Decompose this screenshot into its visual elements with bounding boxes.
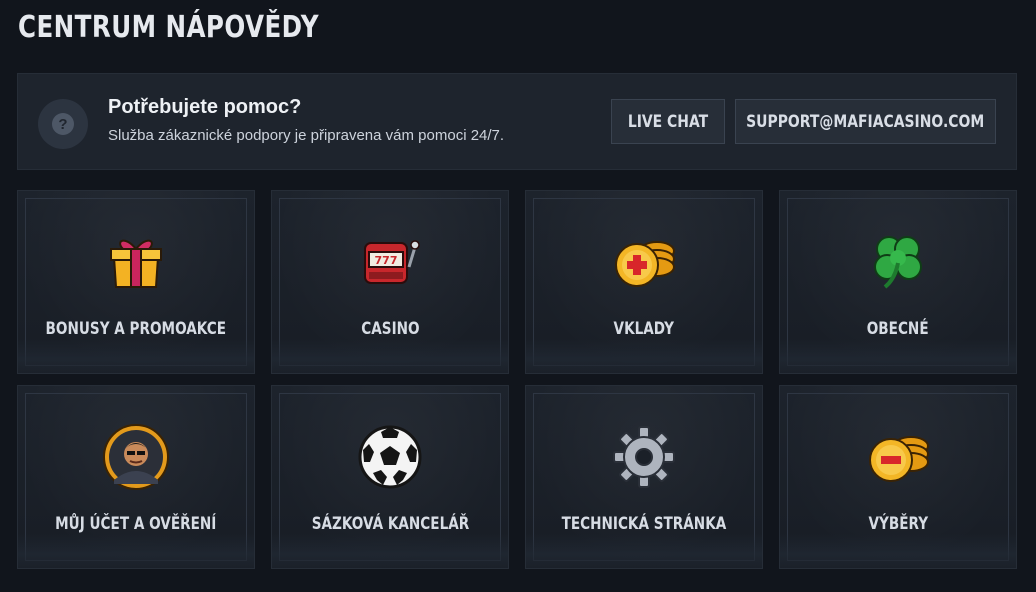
live-chat-button[interactable]: LIVE CHAT [611,99,725,144]
category-tile-withdrawals[interactable]: VÝBĚRY [779,385,1017,569]
question-mark-glyph: ? [52,113,74,135]
support-email-label: SUPPORT@MAFIACASINO.COM [746,111,985,132]
page-title: CENTRUM NÁPOVĚDY [18,10,319,45]
category-tile-bonuses[interactable]: BONUSY A PROMOAKCE [17,190,255,374]
soccer-ball-icon [358,425,422,489]
category-label: VKLADY [613,319,675,339]
support-email-button[interactable]: SUPPORT@MAFIACASINO.COM [735,99,996,144]
category-label: BONUSY A PROMOAKCE [45,319,227,339]
mafia-avatar-icon [103,424,169,490]
category-label: OBECNÉ [867,319,929,339]
slot-machine-icon: 777 [364,240,420,284]
category-label: VÝBĚRY [868,514,928,534]
category-tile-account[interactable]: MŮJ ÚČET A OVĚŘENÍ [17,385,255,569]
category-tile-deposits[interactable]: VKLADY [525,190,763,374]
category-label: MŮJ ÚČET A OVĚŘENÍ [55,514,217,534]
coins-plus-icon [615,241,675,287]
category-label: TECHNICKÁ STRÁNKA [561,514,727,534]
gear-icon [613,426,675,488]
gift-icon [110,239,162,288]
question-mark-icon: ? [38,99,88,149]
help-heading: Potřebujete pomoc? [108,96,302,118]
coins-minus-icon [869,436,929,482]
category-tile-general[interactable]: OBECNÉ [779,190,1017,374]
clover-icon [874,236,922,289]
category-tile-sportsbook[interactable]: SÁZKOVÁ KANCELÁŘ [271,385,509,569]
category-tile-technical[interactable]: TECHNICKÁ STRÁNKA [525,385,763,569]
live-chat-label: LIVE CHAT [627,111,709,132]
category-label: SÁZKOVÁ KANCELÁŘ [311,514,469,534]
category-label: CASINO [360,319,420,339]
help-description: Služba zákaznické podpory je připravena … [108,127,505,144]
svg-text:777: 777 [375,254,398,267]
category-tile-casino[interactable]: 777 CASINO [271,190,509,374]
